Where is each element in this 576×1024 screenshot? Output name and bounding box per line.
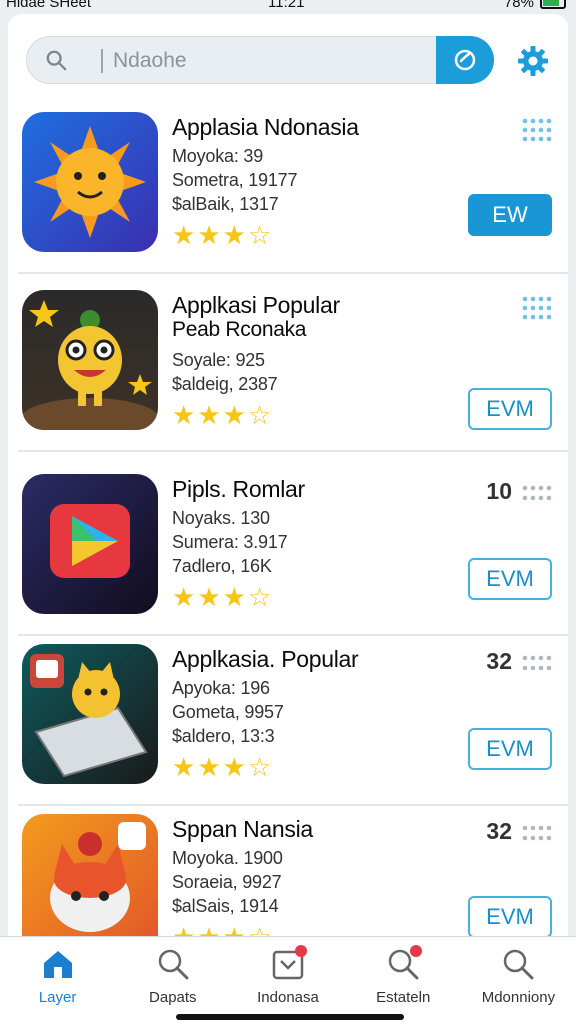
star-icon: ☆ bbox=[247, 400, 272, 430]
tab-mdonniony[interactable]: Mdonniony bbox=[461, 937, 576, 1024]
app-subtitle: Peab Rconaka bbox=[172, 318, 307, 341]
app-meta: $alSais, 1914 bbox=[172, 896, 279, 916]
home-indicator bbox=[176, 1014, 404, 1020]
gear-icon[interactable] bbox=[516, 44, 550, 78]
grid-dots-icon[interactable] bbox=[522, 118, 552, 144]
app-meta: Moyoka: 39 bbox=[172, 146, 264, 166]
app-meta: Apyoka: 196 bbox=[172, 678, 270, 698]
app-title: Applasia Ndonasia bbox=[172, 114, 359, 140]
star-icon: ★ bbox=[222, 582, 246, 612]
app-title: Sppan Nansia bbox=[172, 816, 313, 842]
star-icon: ★ bbox=[197, 752, 221, 782]
tab-label: Estateln bbox=[376, 989, 431, 1006]
list-item[interactable]: Applkasi Popular Peab Rconaka Soyale: 92… bbox=[8, 282, 568, 452]
status-bar: Hidae SHeet 11:21 78% bbox=[0, 0, 576, 14]
star-rating: ★★★☆ bbox=[172, 754, 271, 780]
install-button[interactable]: EW bbox=[468, 194, 552, 236]
app-meta: 7adlero, 16K bbox=[172, 556, 272, 576]
tab-label: Layer bbox=[38, 989, 77, 1006]
app-meta: $aldero, 13:3 bbox=[172, 726, 275, 746]
battery-icon bbox=[540, 0, 566, 9]
star-icon: ☆ bbox=[247, 220, 272, 250]
divider bbox=[18, 450, 568, 452]
star-rating: ★★★☆ bbox=[172, 222, 271, 248]
install-button[interactable]: EVM bbox=[468, 896, 552, 938]
star-icon: ★ bbox=[222, 752, 246, 782]
app-meta: Soraeia, 9927 bbox=[172, 872, 282, 892]
tab-label: Dapats bbox=[149, 989, 197, 1006]
app-meta: Noyaks. 130 bbox=[172, 508, 270, 528]
star-icon: ☆ bbox=[247, 752, 272, 782]
search-icon bbox=[386, 945, 423, 981]
app-meta: Moyoka. 1900 bbox=[172, 848, 283, 868]
search-icon bbox=[158, 949, 189, 980]
tab-dapats[interactable]: Dapats bbox=[115, 937, 230, 1024]
star-rating: ★★★☆ bbox=[172, 402, 271, 428]
search-icon bbox=[46, 50, 67, 71]
tab-label: Mdonniony bbox=[481, 989, 556, 1006]
app-list-card: Applasia Ndonasia Moyoka: 39 Sometra, 19… bbox=[8, 14, 568, 1024]
tab-label: Indonasa bbox=[257, 989, 319, 1006]
app-count: 10 bbox=[486, 478, 512, 504]
install-button[interactable]: EVM bbox=[468, 728, 552, 770]
tab-estateln[interactable]: Estateln bbox=[346, 937, 461, 1024]
search-input[interactable] bbox=[113, 45, 433, 77]
divider bbox=[18, 272, 568, 274]
install-button[interactable]: EVM bbox=[468, 388, 552, 430]
grid-dots-icon[interactable] bbox=[522, 650, 552, 676]
chat-device-icon bbox=[22, 644, 158, 784]
grid-dots-icon[interactable] bbox=[522, 480, 552, 506]
app-count: 32 bbox=[486, 818, 512, 844]
notification-badge bbox=[410, 945, 423, 957]
app-meta: Sumera: 3.917 bbox=[172, 532, 288, 552]
star-rating: ★★★☆ bbox=[172, 584, 271, 610]
app-title: Applkasi Popular bbox=[172, 292, 340, 318]
install-button[interactable]: EVM bbox=[468, 558, 552, 600]
tab-layer[interactable]: Layer bbox=[0, 937, 115, 1024]
star-icon: ★ bbox=[172, 220, 196, 250]
star-icon: ★ bbox=[222, 220, 246, 250]
star-icon: ★ bbox=[222, 400, 246, 430]
search-submit-button[interactable] bbox=[436, 36, 494, 84]
app-count: 32 bbox=[486, 648, 512, 674]
grid-dots-icon[interactable] bbox=[522, 296, 552, 322]
battery-percent: 78% bbox=[503, 0, 534, 11]
tab-indonasa[interactable]: Indonasa bbox=[230, 937, 345, 1024]
refresh-icon bbox=[454, 49, 476, 71]
app-meta: Sometra, 19177 bbox=[172, 170, 298, 190]
star-icon: ★ bbox=[172, 400, 196, 430]
play-icon bbox=[22, 474, 158, 614]
star-icon: ★ bbox=[172, 752, 196, 782]
home-icon bbox=[43, 951, 72, 978]
app-title: Applkasia. Popular bbox=[172, 646, 359, 672]
inbox-icon bbox=[271, 945, 307, 981]
star-icon: ☆ bbox=[247, 582, 272, 612]
star-icon: ★ bbox=[197, 220, 221, 250]
status-time: 11:21 bbox=[268, 0, 305, 11]
star-icon: ★ bbox=[172, 582, 196, 612]
search-divider bbox=[101, 49, 103, 73]
app-title: Pipls. Romlar bbox=[172, 476, 305, 502]
search-bar[interactable] bbox=[26, 36, 494, 84]
app-meta: Gometa, 9957 bbox=[172, 702, 284, 722]
list-item[interactable]: Pipls. Romlar Noyaks. 130 Sumera: 3.917 … bbox=[8, 466, 568, 636]
sun-icon bbox=[22, 112, 158, 252]
app-meta: $alBaik, 1317 bbox=[172, 194, 279, 214]
status-carrier: Hidae SHeet bbox=[6, 0, 92, 11]
search-icon bbox=[504, 949, 534, 980]
status-right: 78% bbox=[504, 0, 566, 11]
grid-dots-icon[interactable] bbox=[522, 820, 552, 846]
list-item[interactable]: Applkasia. Popular Apyoka: 196 Gometa, 9… bbox=[8, 636, 568, 806]
notification-badge bbox=[295, 945, 307, 957]
app-meta: Soyale: 925 bbox=[172, 350, 265, 370]
list-item[interactable]: Applasia Ndonasia Moyoka: 39 Sometra, 19… bbox=[8, 104, 568, 274]
star-icon: ★ bbox=[197, 400, 221, 430]
cartoon-character-icon bbox=[22, 290, 158, 430]
bottom-tab-bar: Layer Dapats Indonasa Estateln Mdonniony bbox=[0, 936, 576, 1024]
app-meta: $aldeig, 2387 bbox=[172, 374, 278, 394]
star-icon: ★ bbox=[197, 582, 221, 612]
